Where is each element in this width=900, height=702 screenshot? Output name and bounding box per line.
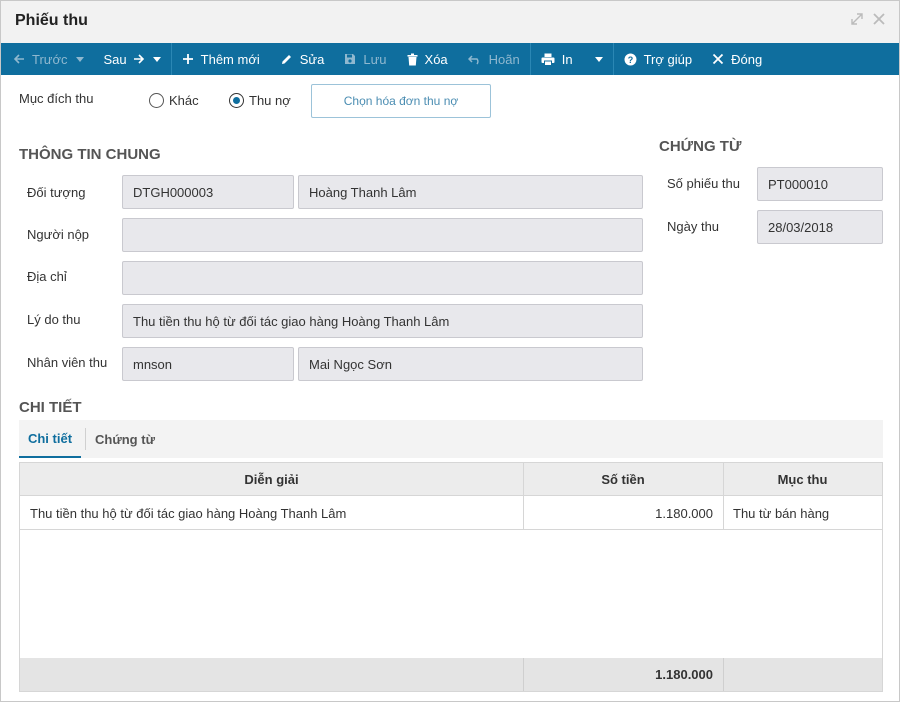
close-label: Đóng [731, 51, 763, 67]
add-new-button[interactable]: Thêm mới [172, 43, 270, 75]
column-divider [523, 463, 524, 530]
undo-icon [467, 54, 479, 64]
voucher-section-title: CHỨNG TỪ [659, 138, 742, 155]
edit-button[interactable]: Sửa [270, 43, 335, 75]
column-header-description[interactable]: Diễn giải [20, 463, 523, 496]
tab-divider [85, 428, 86, 450]
title-bar: Phiếu thu [1, 1, 899, 43]
svg-text:?: ? [627, 55, 633, 65]
window-controls [851, 13, 885, 25]
help-button[interactable]: ? Trợ giúp [614, 43, 703, 75]
row-category: Thu từ bán hàng [733, 505, 830, 521]
trash-icon [407, 53, 418, 65]
radio-debt-label: Thu nợ [249, 93, 291, 108]
voucher-number-label: Số phiếu thu [667, 176, 741, 191]
detail-section-title: CHI TIẾT [19, 399, 82, 416]
arrow-left-icon [13, 54, 24, 64]
grid-header: Diễn giải Số tiền Mục thu [20, 463, 882, 496]
radio-other-label: Khác [169, 93, 199, 108]
prev-button[interactable]: Trước [1, 43, 94, 75]
chevron-down-icon [152, 56, 161, 62]
staff-code-field[interactable]: mnson [122, 347, 294, 381]
close-icon[interactable] [873, 13, 885, 25]
object-code-field[interactable]: DTGH000003 [122, 175, 294, 209]
print-label: In [561, 51, 573, 67]
edit-label: Sửa [299, 51, 325, 67]
prev-label: Trước [32, 51, 68, 67]
print-button[interactable]: In [531, 43, 613, 75]
printer-icon [541, 53, 555, 66]
reason-field[interactable]: Thu tiền thu hộ từ đối tác giao hàng Hoà… [122, 304, 643, 338]
voucher-date-field[interactable]: 28/03/2018 [757, 210, 883, 244]
choose-invoice-button[interactable]: Chọn hóa đơn thu nợ [311, 84, 491, 118]
total-amount: 1.180.000 [655, 667, 713, 682]
detail-tabs: Chi tiết Chứng từ [19, 420, 883, 458]
column-header-category[interactable]: Mục thu [723, 463, 882, 496]
radio-circle [149, 93, 164, 108]
column-divider [523, 658, 524, 691]
pencil-icon [281, 54, 291, 64]
help-label: Trợ giúp [643, 51, 693, 67]
detail-grid: Diễn giải Số tiền Mục thu Thu tiền thu h… [19, 462, 883, 692]
voucher-number-field[interactable]: PT000010 [757, 167, 883, 201]
close-button[interactable]: Đóng [702, 43, 772, 75]
object-label: Đối tượng [27, 185, 86, 200]
delete-button[interactable]: Xóa [397, 43, 458, 75]
expand-icon[interactable] [851, 13, 863, 25]
payer-label: Người nộp [27, 227, 90, 242]
save-button[interactable]: Lưu [334, 43, 396, 75]
object-name-field[interactable]: Hoàng Thanh Lâm [298, 175, 643, 209]
save-label: Lưu [363, 51, 387, 67]
staff-label: Nhân viên thu [27, 355, 108, 370]
reason-label: Lý do thu [27, 312, 81, 327]
chevron-down-icon [594, 56, 603, 62]
next-button[interactable]: Sau [94, 43, 171, 75]
undo-button[interactable]: Hoãn [458, 43, 530, 75]
arrow-right-icon [133, 54, 144, 64]
voucher-date-label: Ngày thu [667, 219, 720, 234]
chevron-down-icon [75, 56, 84, 62]
close-x-icon [712, 53, 724, 65]
radio-circle [229, 93, 244, 108]
receipt-window: Phiếu thu Trước Sau Thêm mới Sửa Lưu Xóa… [0, 0, 900, 702]
tab-vouchers[interactable]: Chứng từ [95, 420, 155, 458]
undo-label: Hoãn [488, 51, 520, 67]
add-label: Thêm mới [200, 51, 260, 67]
grid-footer: 1.180.000 [20, 658, 882, 691]
tab-detail[interactable]: Chi tiết [19, 420, 81, 458]
purpose-label: Mục đích thu [19, 91, 94, 106]
staff-name-field[interactable]: Mai Ngọc Sơn [298, 347, 643, 381]
general-section-title: THÔNG TIN CHUNG [19, 146, 161, 163]
delete-label: Xóa [424, 51, 448, 67]
row-amount: 1.180.000 [655, 505, 713, 521]
table-row[interactable]: Thu tiền thu hộ từ đối tác giao hàng Hoà… [20, 496, 882, 530]
next-label: Sau [103, 51, 127, 67]
radio-other[interactable]: Khác [149, 93, 199, 108]
column-header-amount[interactable]: Số tiền [523, 463, 723, 496]
window-title: Phiếu thu [15, 12, 88, 29]
address-label: Địa chỉ [27, 269, 67, 284]
question-circle-icon: ? [624, 53, 637, 65]
toolbar: Trước Sau Thêm mới Sửa Lưu Xóa Hoãn In ?… [1, 43, 899, 75]
column-divider [723, 463, 724, 530]
row-description: Thu tiền thu hộ từ đối tác giao hàng Hoà… [30, 505, 347, 521]
floppy-disk-icon [345, 54, 356, 64]
column-divider [723, 658, 724, 691]
address-field[interactable] [122, 261, 643, 295]
radio-debt-collection[interactable]: Thu nợ [229, 93, 291, 108]
payer-field[interactable] [122, 218, 643, 252]
plus-icon [182, 54, 193, 64]
